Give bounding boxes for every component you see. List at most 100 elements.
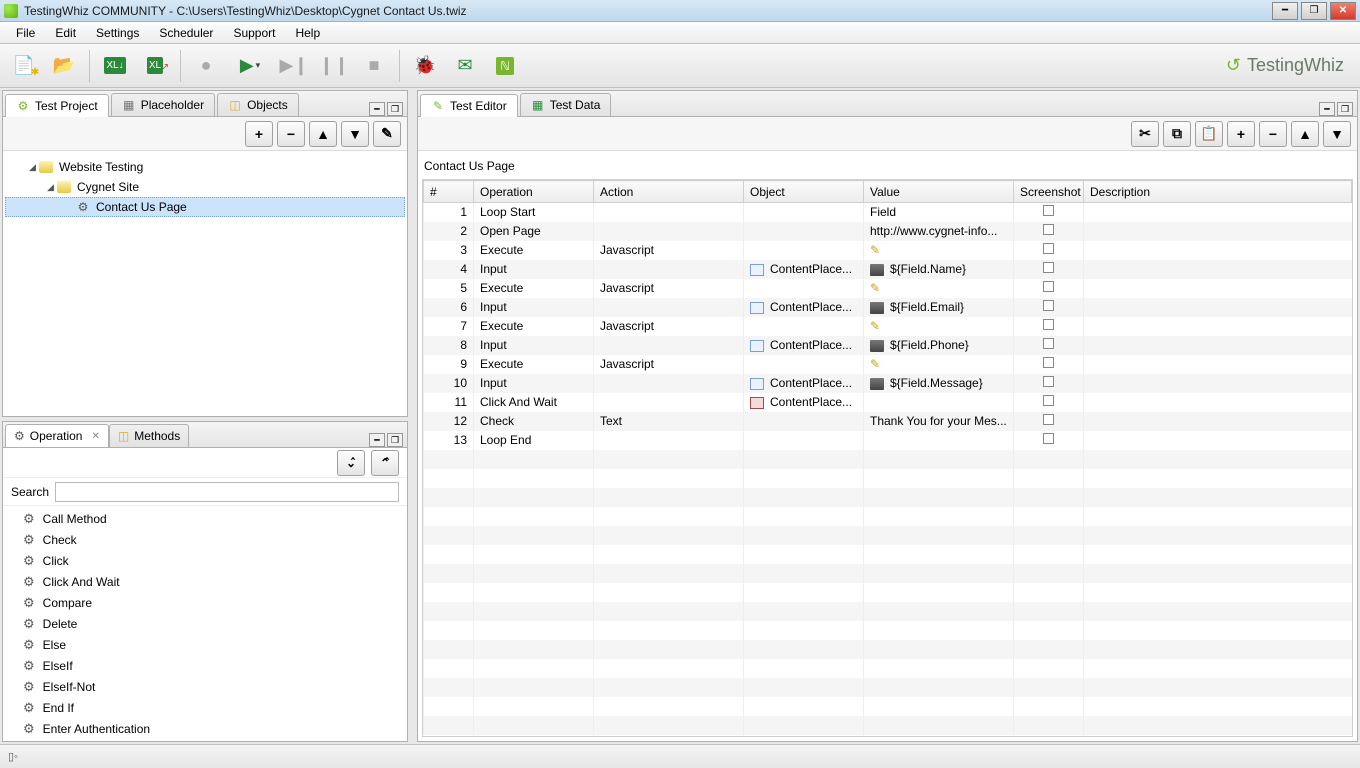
cell-screenshot[interactable] (1014, 203, 1084, 222)
cell-value[interactable]: Field (864, 203, 1014, 222)
table-row[interactable]: 6InputContentPlace...${Field.Email} (424, 298, 1352, 317)
table-row[interactable]: 10InputContentPlace...${Field.Message} (424, 374, 1352, 393)
close-tab-icon[interactable]: ✕ (91, 431, 99, 442)
menu-edit[interactable]: Edit (45, 24, 86, 42)
panel-maximize-button[interactable]: ❐ (387, 102, 403, 116)
cell-object[interactable]: ContentPlace... (744, 298, 864, 317)
cell-value[interactable]: ${Field.Phone} (864, 336, 1014, 355)
cell-operation[interactable]: Input (474, 374, 594, 393)
maximize-button[interactable]: ❐ (1301, 2, 1327, 20)
minimize-button[interactable]: ━ (1272, 2, 1298, 20)
cell-operation[interactable]: Input (474, 336, 594, 355)
list-item[interactable]: ⚙Compare (23, 592, 407, 613)
cell-action[interactable] (594, 393, 744, 412)
tab-operation[interactable]: ⚙ Operation ✕ (5, 424, 109, 447)
cell-operation[interactable]: Input (474, 298, 594, 317)
import-excel-button[interactable]: XL↓ (97, 48, 133, 84)
cell-screenshot[interactable] (1014, 336, 1084, 355)
collapse-icon[interactable]: ◢ (45, 182, 56, 193)
cell-description[interactable] (1084, 241, 1352, 260)
cell-action[interactable]: Text (594, 412, 744, 431)
cell-screenshot[interactable] (1014, 431, 1084, 450)
move-up-button[interactable]: ▲ (309, 121, 337, 147)
cell-value[interactable]: ${Field.Message} (864, 374, 1014, 393)
tab-placeholder[interactable]: ▦ Placeholder (111, 93, 215, 116)
cell-value[interactable] (864, 431, 1014, 450)
list-item[interactable]: ⚙Click And Wait (23, 571, 407, 592)
export-excel-button[interactable]: XL↗ (137, 48, 173, 84)
copy-button[interactable]: ⧉ (1163, 121, 1191, 147)
cell-action[interactable] (594, 222, 744, 241)
column-action[interactable]: Action (594, 181, 744, 203)
record-button[interactable]: ● (188, 48, 224, 84)
expand-all-button[interactable]: ⌄̂ (337, 450, 365, 476)
mail-button[interactable]: ✉ (447, 48, 483, 84)
cell-operation[interactable]: Open Page (474, 222, 594, 241)
table-row[interactable]: 8InputContentPlace...${Field.Phone} (424, 336, 1352, 355)
checkbox[interactable] (1043, 395, 1054, 406)
tree-node-root[interactable]: ◢ Website Testing (5, 157, 405, 177)
cell-object[interactable] (744, 317, 864, 336)
cell-object[interactable] (744, 241, 864, 260)
checkbox[interactable] (1043, 262, 1054, 273)
cell-action[interactable] (594, 431, 744, 450)
bug-button[interactable]: 🐞 (407, 48, 443, 84)
table-row[interactable]: 4InputContentPlace...${Field.Name} (424, 260, 1352, 279)
list-item[interactable]: ⚙Check (23, 529, 407, 550)
table-row[interactable]: 13Loop End (424, 431, 1352, 450)
cell-operation[interactable]: Input (474, 260, 594, 279)
cell-operation[interactable]: Execute (474, 317, 594, 336)
cell-action[interactable] (594, 260, 744, 279)
cell-screenshot[interactable] (1014, 298, 1084, 317)
cell-description[interactable] (1084, 431, 1352, 450)
table-row[interactable]: 1Loop StartField (424, 203, 1352, 222)
cell-description[interactable] (1084, 374, 1352, 393)
table-row[interactable]: 11Click And WaitContentPlace... (424, 393, 1352, 412)
cell-object[interactable]: ContentPlace... (744, 336, 864, 355)
cell-screenshot[interactable] (1014, 317, 1084, 336)
cell-screenshot[interactable] (1014, 412, 1084, 431)
cell-value[interactable]: ${Field.Name} (864, 260, 1014, 279)
cell-description[interactable] (1084, 298, 1352, 317)
column-number[interactable]: # (424, 181, 474, 203)
menu-help[interactable]: Help (285, 24, 330, 42)
cell-value[interactable]: http://www.cygnet-info... (864, 222, 1014, 241)
pause-button[interactable]: ❙❙ (316, 48, 352, 84)
step-button[interactable]: ▶❙ (276, 48, 312, 84)
column-screenshot[interactable]: Screenshot (1014, 181, 1084, 203)
menu-scheduler[interactable]: Scheduler (149, 24, 223, 42)
play-button[interactable]: ▶ ▾ (228, 48, 272, 84)
cell-screenshot[interactable] (1014, 374, 1084, 393)
steps-table[interactable]: # Operation Action Object Value Screensh… (423, 180, 1352, 735)
cell-action[interactable]: Javascript (594, 355, 744, 374)
cell-object[interactable] (744, 203, 864, 222)
cell-screenshot[interactable] (1014, 355, 1084, 374)
cell-operation[interactable]: Click And Wait (474, 393, 594, 412)
table-row[interactable]: 3ExecuteJavascript✎ (424, 241, 1352, 260)
panel-minimize-button[interactable]: ━ (369, 102, 385, 116)
cell-description[interactable] (1084, 393, 1352, 412)
cell-object[interactable] (744, 412, 864, 431)
edit-node-button[interactable]: ✎ (373, 121, 401, 147)
cell-description[interactable] (1084, 412, 1352, 431)
stop-button[interactable]: ■ (356, 48, 392, 84)
cut-button[interactable]: ✂ (1131, 121, 1159, 147)
paste-button[interactable]: 📋 (1195, 121, 1223, 147)
table-row[interactable]: 12CheckTextThank You for your Mes... (424, 412, 1352, 431)
checkbox[interactable] (1043, 243, 1054, 254)
list-item[interactable]: ⚙Delete (23, 613, 407, 634)
cell-action[interactable] (594, 203, 744, 222)
list-item[interactable]: ⚙End If (23, 697, 407, 718)
vertical-splitter[interactable] (410, 88, 415, 744)
cell-operation[interactable]: Execute (474, 241, 594, 260)
cell-description[interactable] (1084, 336, 1352, 355)
cell-value[interactable]: Thank You for your Mes... (864, 412, 1014, 431)
cell-description[interactable] (1084, 260, 1352, 279)
cell-operation[interactable]: Check (474, 412, 594, 431)
cell-value[interactable]: ${Field.Email} (864, 298, 1014, 317)
cell-value[interactable]: ✎ (864, 317, 1014, 336)
checkbox[interactable] (1043, 433, 1054, 444)
cell-description[interactable] (1084, 355, 1352, 374)
list-item[interactable]: ⚙ElseIf (23, 655, 407, 676)
checkbox[interactable] (1043, 414, 1054, 425)
